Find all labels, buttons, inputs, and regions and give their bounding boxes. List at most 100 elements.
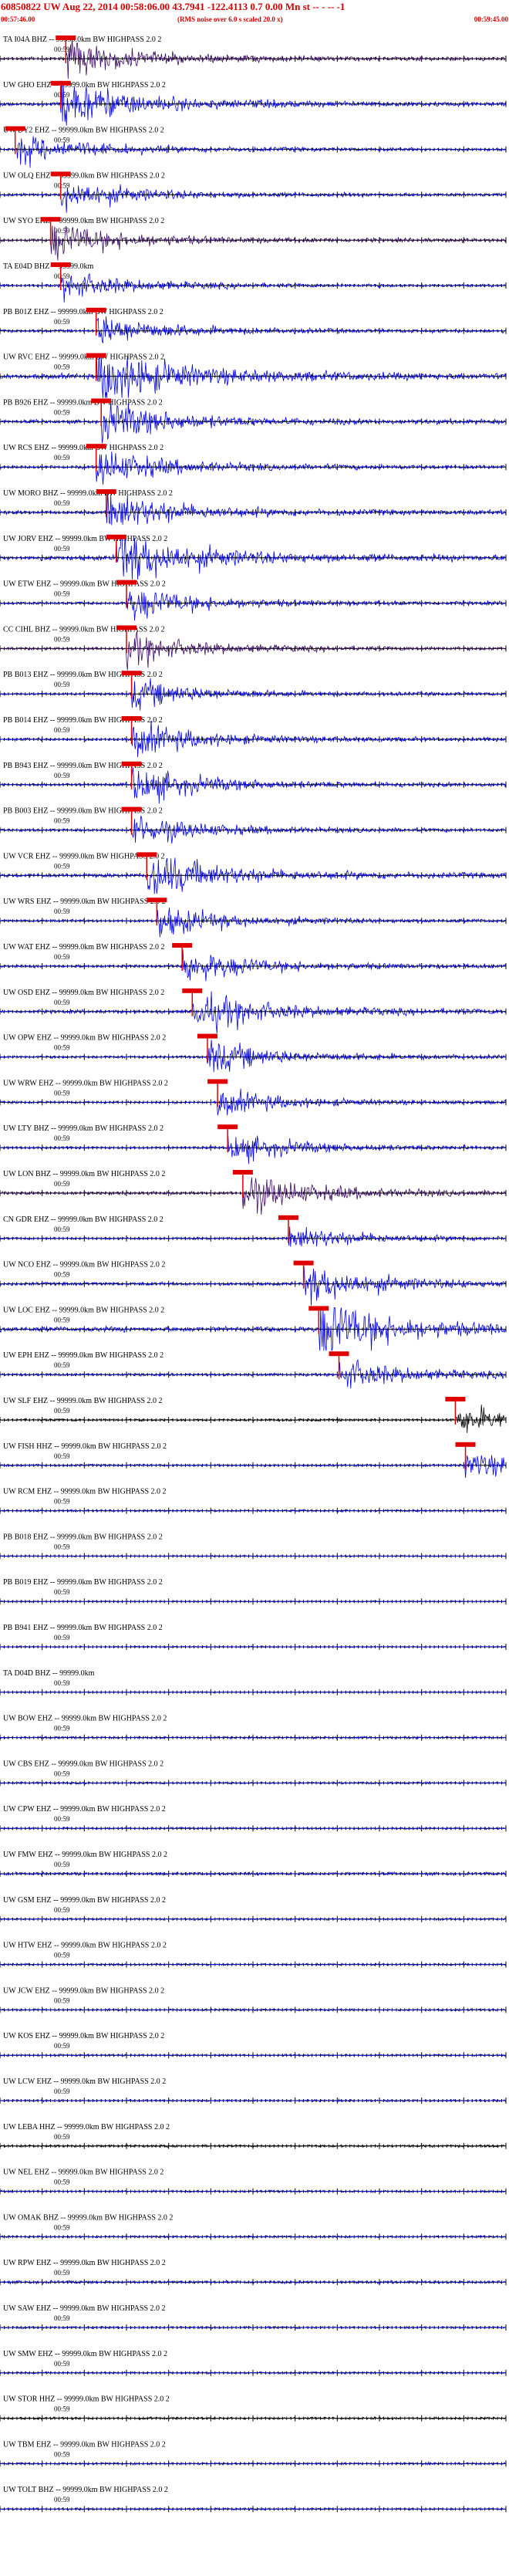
trace-row: UW JORV EHZ -- 99999.0km BW HIGHPASS 2.0… (0, 534, 507, 580)
trace-row: PB B003 EHZ -- 99999.0km BW HIGHPASS 2.0… (0, 806, 507, 844)
trace-row: TA D04D BHZ -- 99999.0km00:59 (0, 1669, 507, 1695)
pick-marker (308, 1306, 329, 1311)
minute-label: 00:59 (54, 363, 70, 371)
minute-label: 00:59 (54, 1679, 70, 1687)
station-label: PB B018 EHZ -- 99999.0km BW HIGHPASS 2.0… (3, 1533, 163, 1541)
station-label: UW OMAK BHZ -- 99999.0km BW HIGHPASS 2.0… (3, 2213, 173, 2222)
trace-row: UW JCW EHZ -- 99999.0km BW HIGHPASS 2.0 … (0, 1986, 507, 2013)
minute-label: 00:59 (54, 454, 70, 461)
time-ticks (0, 237, 507, 244)
pick-marker (116, 625, 137, 630)
minute-label: 00:59 (54, 2269, 70, 2277)
station-label: UW WRW EHZ -- 99999.0km BW HIGHPASS 2.0 … (3, 1079, 168, 1087)
trace-row: UW CPW EHZ -- 99999.0km BW HIGHPASS 2.0 … (0, 1805, 507, 1832)
minute-label: 00:59 (54, 1996, 70, 2004)
station-label: PB B941 EHZ -- 99999.0km BW HIGHPASS 2.0… (3, 1624, 163, 1632)
minute-label: 00:59 (54, 2042, 70, 2050)
station-label: UW LCW EHZ -- 99999.0km BW HIGHPASS 2.0 … (3, 2077, 166, 2086)
minute-label: 00:59 (54, 1452, 70, 1460)
pick-marker (197, 1033, 217, 1039)
station-label: UW LTY BHZ -- 99999.0km BW HIGHPASS 2.0 … (3, 1124, 163, 1133)
minute-label: 00:59 (54, 1634, 70, 1641)
trace-row: UW LOC EHZ -- 99999.0km BW HIGHPASS 2.0 … (0, 1306, 507, 1351)
trace-row: PB B943 EHZ -- 99999.0km BW HIGHPASS 2.0… (0, 761, 507, 804)
pick-marker (182, 988, 203, 993)
station-label: UW RCM EHZ -- 99999.0km BW HIGHPASS 2.0 … (3, 1488, 167, 1496)
waveform (0, 184, 507, 213)
minute-label: 00:59 (54, 1725, 70, 1733)
pick-marker (50, 80, 71, 86)
trace-row: UW ETW EHZ -- 99999.0km BW HIGHPASS 2.0 … (0, 580, 507, 621)
trace-row: UW RCM EHZ -- 99999.0km BW HIGHPASS 2.0 … (0, 1488, 507, 1514)
minute-label: 00:59 (54, 999, 70, 1006)
minute-label: 00:59 (54, 1498, 70, 1506)
trace-row: UW NEL EHZ -- 99999.0km BW HIGHPASS 2.0 … (0, 2169, 507, 2195)
station-label: CN GDR EHZ -- 99999.0km BW HIGHPASS 2.0 … (3, 1215, 163, 1224)
trace-row: UW RCS EHZ -- 99999.0km BW HIGHPASS 2.0 … (0, 444, 507, 485)
trace-row: UW OMAK BHZ -- 99999.0km BW HIGHPASS 2.0… (0, 2213, 507, 2240)
trace-row: UW FMW EHZ -- 99999.0km BW HIGHPASS 2.0 … (0, 1851, 507, 1877)
station-label: UW STOR HHZ -- 99999.0km BW HIGHPASS 2.0… (3, 2395, 170, 2404)
minute-label: 00:59 (54, 953, 70, 961)
pick-marker (50, 171, 71, 177)
pick-marker (121, 671, 142, 676)
trace-row: PB B018 EHZ -- 99999.0km BW HIGHPASS 2.0… (0, 1533, 507, 1560)
station-label: PB B926 EHZ -- 99999.0km BW HIGHPASS 2.0… (3, 398, 163, 407)
station-label: UW RCS EHZ -- 99999.0km BW HIGHPASS 2.0 … (3, 444, 163, 452)
minute-label: 00:59 (54, 1316, 70, 1323)
pick-marker (217, 1124, 238, 1130)
minute-label: 00:59 (54, 1361, 70, 1369)
minute-label: 00:59 (54, 1225, 70, 1233)
station-label: UW FISH HHZ -- 99999.0km BW HIGHPASS 2.0… (3, 1442, 167, 1451)
station-label: UW SLF EHZ -- 99999.0km BW HIGHPASS 2.0 … (3, 1397, 163, 1405)
trace-row: UW CBS EHZ -- 99999.0km BW HIGHPASS 2.0 … (0, 1760, 507, 1787)
station-label: UW TBM EHZ -- 99999.0km BW HIGHPASS 2.0 … (3, 2440, 166, 2449)
station-label: UW EPH EHZ -- 99999.0km BW HIGHPASS 2.0 … (3, 1351, 163, 1360)
trace-row: UW RVC EHZ -- 99999.0km BW HIGHPASS 2.0 … (0, 353, 507, 398)
trace-row: PB B019 EHZ -- 99999.0km BW HIGHPASS 2.0… (0, 1578, 507, 1605)
station-label: UW LON BHZ -- 99999.0km BW HIGHPASS 2.0 … (3, 1170, 165, 1178)
station-label: UW SYO EHZ -- 99999.0km BW HIGHPASS 2.0 … (3, 217, 164, 225)
station-label: TA D04D BHZ -- 99999.0km (3, 1669, 95, 1678)
minute-label: 00:59 (54, 181, 70, 189)
minute-label: 00:59 (54, 1543, 70, 1550)
station-label: UW GHO EHZ -- 99999.0km BW HIGHPASS 2.0 … (3, 81, 166, 90)
station-label: UW SAW EHZ -- 99999.0km BW HIGHPASS 2.0 … (3, 2304, 166, 2313)
station-label: PB B01Z EHZ -- 99999.0km BW HIGHPASS 2.0… (3, 308, 163, 316)
minute-label: 00:59 (54, 1861, 70, 1868)
minute-label: 00:59 (54, 137, 70, 144)
pick-marker (329, 1351, 349, 1357)
trace-row: UW MORO BHZ -- 99999.0km BW HIGHPASS 2.0… (0, 489, 507, 526)
station-label: UW LEBA HHZ -- 99999.0km BW HIGHPASS 2.0… (3, 2123, 170, 2131)
pick-marker (86, 353, 106, 358)
trace-row: UW OSD EHZ -- 99999.0km BW HIGHPASS 2.0 … (0, 988, 507, 1033)
station-label: UW RVC EHZ -- 99999.0km BW HIGHPASS 2.0 … (3, 353, 164, 362)
pick-marker (106, 534, 126, 539)
pick-marker (147, 898, 167, 903)
pick-marker (278, 1215, 298, 1220)
minute-label: 00:59 (54, 2496, 70, 2503)
station-label: UW KOS EHZ -- 99999.0km BW HIGHPASS 2.0 … (3, 2032, 164, 2040)
minute-label: 00:59 (54, 1906, 70, 1914)
trace-row: UW OPW EHZ -- 99999.0km BW HIGHPASS 2.0 … (0, 1033, 507, 1073)
trace-row: UW WRW EHZ -- 99999.0km BW HIGHPASS 2.0 … (0, 1079, 507, 1116)
station-label: TA I04A BHZ -- 99999.0km BW HIGHPASS 2.0… (3, 35, 161, 44)
station-label: UW HTW EHZ -- 99999.0km BW HIGHPASS 2.0 … (3, 1942, 167, 1950)
minute-label: 00:59 (54, 1815, 70, 1823)
station-label: UW SMW EHZ -- 99999.0km BW HIGHPASS 2.0 … (3, 2350, 167, 2358)
trace-row: UW GSM EHZ -- 99999.0km BW HIGHPASS 2.0 … (0, 1896, 507, 1922)
pick-marker (40, 217, 61, 222)
minute-label: 00:59 (54, 1089, 70, 1097)
minute-label: 00:59 (54, 1134, 70, 1142)
trace-row: UW TBM EHZ -- 99999.0km BW HIGHPASS 2.0 … (0, 2440, 507, 2467)
station-label: UW LOC EHZ -- 99999.0km BW HIGHPASS 2.0 … (3, 1306, 164, 1314)
minute-label: 00:59 (54, 772, 70, 779)
trace-row: UW SMW EHZ -- 99999.0km BW HIGHPASS 2.0 … (0, 2350, 507, 2376)
pick-marker (445, 1397, 466, 1401)
minute-label: 00:59 (54, 590, 70, 598)
station-label: UW JORV EHZ -- 99999.0km BW HIGHPASS 2.0… (3, 535, 167, 543)
minute-label: 00:59 (54, 545, 70, 553)
minute-label: 00:59 (54, 46, 70, 53)
trace-row: UW GHO EHZ -- 99999.0km BW HIGHPASS 2.0 … (0, 80, 507, 126)
trace-row: UW DY2 EHZ -- 99999.0km BW HIGHPASS 2.0 … (0, 126, 507, 168)
